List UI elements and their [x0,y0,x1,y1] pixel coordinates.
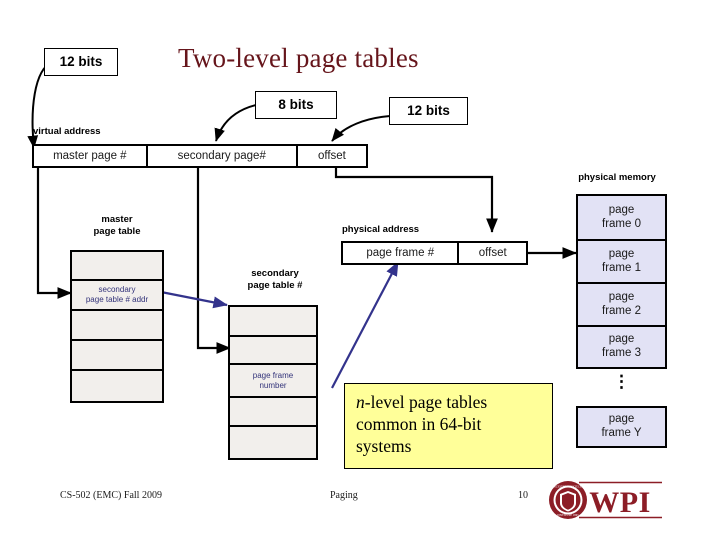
frame-3-line1: page [608,333,635,346]
physical-memory-caption: physical memory [578,172,656,183]
note-line-2: common in 64-bit [356,414,482,435]
mpt-entry-line2: page table # addr [85,295,149,304]
master-page-table-row [72,309,162,339]
virtual-address-caption: virtual address [33,126,101,137]
callout-offset-bits: 12 bits [389,97,468,125]
memory-ellipsis: ⋮ [613,372,630,391]
pa-field-page-frame: page frame # [366,247,435,259]
svg-text:WPI: WPI [589,486,651,519]
memory-frame-1: page frame 1 [578,239,665,282]
master-page-table: secondary page table # addr [70,250,164,403]
frame-1-line1: page [608,247,635,260]
secondary-page-table-row [230,425,316,454]
wire-secondary-to-table [196,168,231,354]
svg-text:INSTITUTE 1865: INSTITUTE 1865 [557,513,579,517]
wpi-logo: WORCESTER POLYTECHNIC INSTITUTE 1865 WPI [548,478,664,527]
note-line-1: n-level page tables [356,391,543,413]
frame-3-line2: frame 3 [602,347,641,359]
spt-entry-line1: page frame [252,370,294,380]
wpi-logo-graphic: WORCESTER POLYTECHNIC INSTITUTE 1865 WPI [549,481,662,519]
virtual-address-row: master page # secondary page# offset [32,144,368,168]
footer-page-number: 10 [518,490,528,501]
secondary-page-table-row-selected: page frame number [230,363,316,396]
frame-y-line2: frame Y [601,427,642,439]
footer-topic: Paging [330,490,358,501]
secondary-page-table-caption-line1: secondary [251,268,299,279]
master-page-table-row [72,339,162,369]
pa-field-offset: offset [457,243,526,263]
physical-memory-table: page frame 0 page frame 1 page frame 2 p… [576,194,667,369]
mpt-entry-line1: secondary [98,285,136,294]
va-field-master-page: master page # [53,150,127,162]
memory-frame-3: page frame 3 [578,325,665,367]
page-title: Two-level page tables [178,43,419,73]
spt-entry-line2: number [259,380,287,390]
secondary-page-table: page frame number [228,305,318,460]
slide-canvas: Two-level page tables 12 bits 8 bits 12 … [0,0,720,540]
callout-master-bits: 12 bits [44,48,118,76]
va-field-secondary-page: secondary page# [145,146,296,166]
wire-secondary-entry-to-frame [331,261,399,389]
master-page-table-caption-line2: page table [93,226,141,237]
master-page-table-row [72,369,162,399]
footer-course: CS-502 (EMC) Fall 2009 [60,490,162,501]
secondary-page-table-row [230,307,316,335]
physical-address-caption: physical address [342,224,420,235]
frame-1-line2: frame 1 [602,261,641,274]
note-variable-n: n [356,392,365,412]
frame-y-line1: page [608,413,635,426]
va-field-offset: offset [295,146,366,166]
secondary-page-table-row [230,335,316,363]
leader-secondary-bits [214,104,257,142]
frame-2-line2: frame 2 [602,304,641,317]
memory-frame-2: page frame 2 [578,282,665,325]
note-callout: n-level page tables common in 64-bit sys… [344,383,553,469]
frame-2-line1: page [608,290,635,303]
frame-0-line1: page [608,203,635,216]
callout-secondary-bits: 8 bits [255,91,337,119]
memory-frame-last: page frame Y [576,406,667,448]
wire-master-to-table [36,168,72,299]
note-line-3: systems [356,436,412,457]
frame-0-line2: frame 0 [602,217,641,230]
master-page-table-row-selected: secondary page table # addr [72,279,162,309]
secondary-page-table-row [230,396,316,425]
physical-address-row: page frame # offset [341,241,528,265]
master-page-table-caption-line1: master [101,214,133,225]
secondary-page-table-caption-line2: page table # [247,280,303,291]
master-page-table-row [72,252,162,279]
leader-offset-bits [331,115,391,142]
wire-offset-to-physical [334,168,498,233]
note-line-1-rest: -level page tables [364,392,488,412]
memory-frame-0: page frame 0 [578,196,665,239]
svg-text:WORCESTER POLYTECHNIC: WORCESTER POLYTECHNIC [549,485,587,489]
wire-master-entry-to-secondary [160,290,228,309]
